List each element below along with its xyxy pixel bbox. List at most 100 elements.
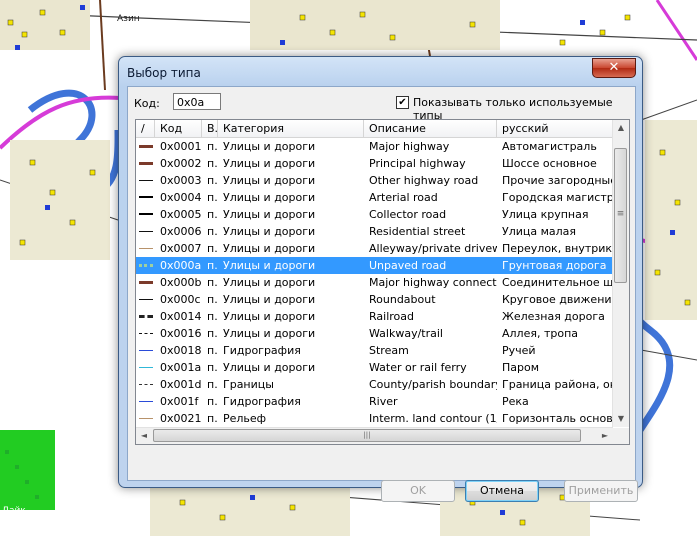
cell-code: 0x0003 bbox=[160, 174, 202, 187]
cell-description: Major highway connector bbox=[369, 276, 497, 289]
cell-v: п. bbox=[207, 293, 218, 306]
line-style-swatch bbox=[139, 299, 153, 300]
scroll-up-icon[interactable]: ▲ bbox=[613, 120, 629, 136]
cell-v: п. bbox=[207, 225, 218, 238]
column-header-description[interactable]: Описание bbox=[364, 120, 497, 137]
cell-code: 0x0004 bbox=[160, 191, 202, 204]
cell-russian: Автомагистраль bbox=[502, 140, 597, 153]
column-header-russian[interactable]: русский bbox=[497, 120, 629, 137]
close-icon: ✕ bbox=[608, 60, 620, 75]
cell-category: Гидрография bbox=[223, 344, 301, 357]
cell-russian: Грунтовая дорога bbox=[502, 259, 607, 272]
types-list[interactable]: / Код В. Категория Описание русский 0x00… bbox=[135, 119, 630, 445]
close-button[interactable]: ✕ bbox=[592, 58, 636, 78]
list-item[interactable]: 0x000c п. Улицы и дороги Roundabout Круговое… bbox=[136, 291, 613, 308]
list-item[interactable]: 0x0007 п. Улицы и дороги Alleyway/private d… bbox=[136, 240, 613, 257]
list-item[interactable]: 0x0016 п. Улицы и дороги Walkway/trail Аллея… bbox=[136, 325, 613, 342]
line-style-swatch bbox=[139, 162, 153, 165]
list-item[interactable]: 0x0002 п. Улицы и дороги Principal highway Ш… bbox=[136, 155, 613, 172]
cell-v: п. bbox=[207, 327, 218, 340]
horizontal-scrollbar[interactable]: ◄ ||| ► bbox=[136, 427, 613, 444]
cell-category: Улицы и дороги bbox=[223, 191, 316, 204]
list-item[interactable]: 0x001d п. Границы County/parish boundary Гра… bbox=[136, 376, 613, 393]
list-item[interactable]: 0x0003 п. Улицы и дороги Other highway road… bbox=[136, 172, 613, 189]
cell-category: Улицы и дороги bbox=[223, 259, 316, 272]
hgrip-icon: ||| bbox=[363, 431, 371, 439]
dialog-titlebar[interactable]: Выбор типа ✕ bbox=[119, 57, 642, 85]
scroll-down-icon[interactable]: ▼ bbox=[613, 411, 629, 427]
cell-v: п. bbox=[207, 361, 218, 374]
column-header-style[interactable]: / bbox=[136, 120, 155, 137]
cell-code: 0x0001 bbox=[160, 140, 202, 153]
line-style-swatch bbox=[139, 384, 153, 385]
horizontal-scroll-thumb[interactable]: ||| bbox=[153, 429, 581, 442]
dialog-title: Выбор типа bbox=[127, 66, 201, 80]
list-item[interactable]: 0x000b п. Улицы и дороги Major highway conn… bbox=[136, 274, 613, 291]
list-item[interactable]: 0x001a п. Улицы и дороги Water or rail ferr… bbox=[136, 359, 613, 376]
cell-russian: Река bbox=[502, 395, 529, 408]
list-item[interactable]: 0x0005 п. Улицы и дороги Collector road Улиц… bbox=[136, 206, 613, 223]
line-style-swatch bbox=[139, 196, 153, 198]
cell-description: Other highway road bbox=[369, 174, 479, 187]
vertical-scroll-thumb[interactable]: ≡ bbox=[614, 148, 627, 283]
cell-v: п. bbox=[207, 140, 218, 153]
grip-icon: ≡ bbox=[616, 209, 625, 219]
line-style-swatch bbox=[139, 315, 153, 318]
show-used-types-checkbox[interactable]: ✔ bbox=[396, 96, 409, 109]
cell-code: 0x0005 bbox=[160, 208, 202, 221]
cell-description: Stream bbox=[369, 344, 409, 357]
cell-v: п. bbox=[207, 259, 218, 272]
cell-v: п. bbox=[207, 157, 218, 170]
list-item[interactable]: 0x0006 п. Улицы и дороги Residential street… bbox=[136, 223, 613, 240]
cell-description: Railroad bbox=[369, 310, 414, 323]
cell-russian: Городская магистрал bbox=[502, 191, 613, 204]
cell-russian: Прочие загородные д bbox=[502, 174, 613, 187]
cell-description: Major highway bbox=[369, 140, 450, 153]
cell-code: 0x0021 bbox=[160, 412, 202, 425]
checkmark-icon: ✔ bbox=[398, 97, 407, 108]
cell-code: 0x000b bbox=[160, 276, 202, 289]
ok-button[interactable]: OK bbox=[381, 480, 455, 502]
cell-category: Улицы и дороги bbox=[223, 174, 316, 187]
cell-description: Roundabout bbox=[369, 293, 436, 306]
cancel-button[interactable]: Отмена bbox=[465, 480, 539, 502]
line-style-swatch bbox=[139, 248, 153, 249]
list-item[interactable]: 0x0001 п. Улицы и дороги Major highway Автом… bbox=[136, 138, 613, 155]
cell-code: 0x0006 bbox=[160, 225, 202, 238]
cell-russian: Соединительное шосс bbox=[502, 276, 613, 289]
line-style-swatch bbox=[139, 145, 153, 148]
cell-v: п. bbox=[207, 191, 218, 204]
line-style-swatch bbox=[139, 367, 153, 368]
line-style-swatch bbox=[139, 418, 153, 419]
scroll-corner bbox=[613, 428, 629, 444]
cell-category: Улицы и дороги bbox=[223, 327, 316, 340]
list-item[interactable]: 0x0004 п. Улицы и дороги Arterial road Город… bbox=[136, 189, 613, 206]
cell-v: п. bbox=[207, 378, 218, 391]
cell-v: п. bbox=[207, 395, 218, 408]
cell-v: п. bbox=[207, 242, 218, 255]
cell-category: Границы bbox=[223, 378, 274, 391]
cell-code: 0x001f bbox=[160, 395, 199, 408]
list-item[interactable]: 0x0014 п. Улицы и дороги Railroad Железная д… bbox=[136, 308, 613, 325]
apply-button[interactable]: Применить bbox=[564, 480, 638, 502]
line-style-swatch bbox=[139, 333, 153, 334]
list-item[interactable]: 0x0021 п. Рельеф Interm. land contour (1/2)… bbox=[136, 410, 613, 427]
scroll-left-icon[interactable]: ◄ bbox=[136, 428, 152, 444]
cell-description: Water or rail ferry bbox=[369, 361, 467, 374]
scroll-right-icon[interactable]: ► bbox=[597, 428, 613, 444]
cell-description: Interm. land contour (1/2) bbox=[369, 412, 497, 425]
list-item[interactable]: 0x001f п. Гидрография River Река bbox=[136, 393, 613, 410]
column-header-category[interactable]: Категория bbox=[218, 120, 364, 137]
cell-russian: Граница района, окру bbox=[502, 378, 613, 391]
map-label-azin: Азин bbox=[117, 14, 140, 24]
code-input[interactable]: 0x0a bbox=[173, 93, 221, 110]
type-selection-dialog: Выбор типа ✕ Код: 0x0a ✔ Показывать толь… bbox=[118, 56, 643, 502]
cell-russian: Аллея, тропа bbox=[502, 327, 579, 340]
column-header-v[interactable]: В. bbox=[202, 120, 218, 137]
vertical-scrollbar[interactable]: ▲ ≡ ▼ bbox=[612, 120, 629, 427]
column-header-code[interactable]: Код bbox=[155, 120, 202, 137]
list-item-selected[interactable]: 0x000a п. Улицы и дороги Unpaved road Грунто… bbox=[136, 257, 613, 274]
line-style-swatch bbox=[139, 180, 153, 181]
list-item[interactable]: 0x0018 п. Гидрография Stream Ручей bbox=[136, 342, 613, 359]
cell-category: Гидрография bbox=[223, 395, 301, 408]
